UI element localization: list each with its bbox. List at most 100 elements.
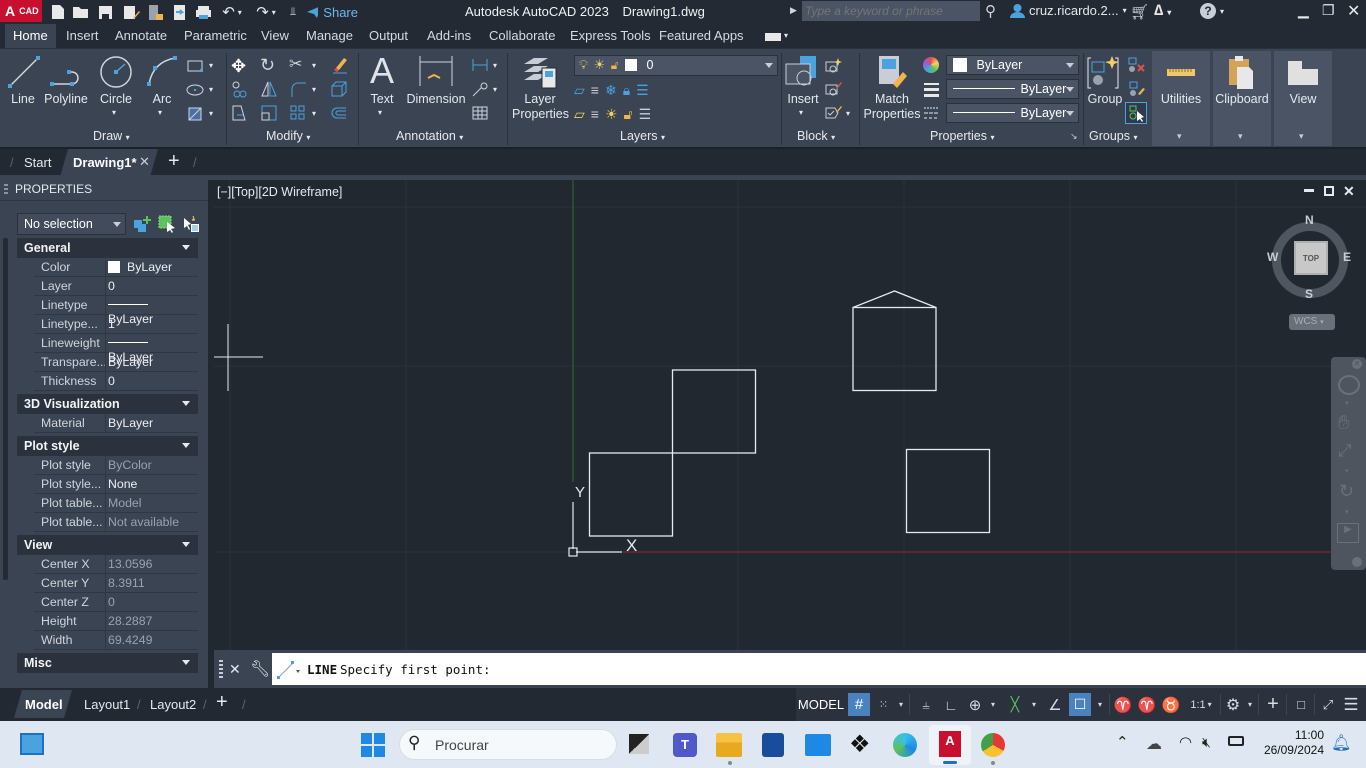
chevron-down-icon[interactable]: ▾ xyxy=(312,85,316,94)
notification-bell-icon[interactable]: 🔔︎ xyxy=(1331,733,1351,753)
user-account[interactable]: cruz.ricardo.2... ▾ xyxy=(1010,3,1127,18)
layer-match-icon[interactable]: ≡ xyxy=(591,82,599,99)
property-row-color[interactable]: Color ByLayer xyxy=(34,258,198,277)
customize-quick-access-icon[interactable]: ⫫ xyxy=(287,3,299,21)
compass-south[interactable]: S xyxy=(1305,287,1313,301)
square-right[interactable] xyxy=(905,448,991,534)
show-hidden-icons[interactable]: ⌃ xyxy=(1116,733,1129,751)
showmotion-icon[interactable]: ▶ xyxy=(1337,523,1359,543)
utilities-panel-button[interactable]: Utilities ▾ xyxy=(1152,51,1210,146)
tab-manage[interactable]: Manage xyxy=(306,28,353,43)
selection-dropdown[interactable]: No selection xyxy=(17,213,126,235)
section-view[interactable]: View xyxy=(17,535,198,555)
restore-button[interactable]: ❐ xyxy=(1322,2,1335,19)
tab-insert[interactable]: Insert xyxy=(66,28,99,43)
search-expand-icon[interactable]: ▶ xyxy=(790,5,797,16)
autocad-taskbar-button[interactable]: A xyxy=(929,725,971,765)
help-search-input[interactable] xyxy=(802,1,980,21)
annotation-monitor-icon[interactable]: + xyxy=(1263,693,1283,716)
polyline-button[interactable]: Polyline xyxy=(44,54,88,110)
viewport-minimize-icon[interactable] xyxy=(1304,189,1314,192)
chevron-down-icon[interactable]: ▾ xyxy=(1345,399,1349,407)
viewport-controls[interactable]: [−][Top][2D Wireframe] xyxy=(217,185,342,199)
compass-west[interactable]: W xyxy=(1267,250,1278,264)
command-input[interactable]: LINE Specify first point: xyxy=(272,653,1366,685)
palette-grip-icon[interactable] xyxy=(4,184,8,196)
insert-block-button[interactable]: Insert ▾ xyxy=(784,54,822,122)
property-row-center-x[interactable]: Center X 13.0596 xyxy=(34,555,198,574)
layer-thaw-icon[interactable]: ☀ xyxy=(605,106,618,123)
zoom-extents-icon[interactable]: ⤢ xyxy=(1338,441,1352,461)
quick-select-icon[interactable] xyxy=(182,215,200,233)
minimize-button[interactable]: ▁ xyxy=(1298,2,1309,19)
chevron-down-icon[interactable]: ▾ xyxy=(1095,693,1105,716)
property-row-plot-table-attached[interactable]: Plot table... Model xyxy=(34,494,198,513)
clipboard-panel-button[interactable]: Clipboard ▾ xyxy=(1213,51,1271,146)
modify-panel-title[interactable]: Modify ▾ xyxy=(266,129,310,143)
chevron-down-icon[interactable]: ▾ xyxy=(846,109,850,118)
trim-icon[interactable]: ✂ xyxy=(289,56,307,74)
lineweight-dropdown[interactable]: ByLayer xyxy=(946,79,1079,99)
square-bottom-left[interactable] xyxy=(588,452,674,537)
table-icon[interactable] xyxy=(471,104,489,122)
leader-icon[interactable] xyxy=(471,80,489,98)
teams-icon[interactable]: T xyxy=(673,733,697,757)
autodesk-app-icon[interactable]: ∆ ▾ xyxy=(1154,2,1171,19)
widgets-icon[interactable] xyxy=(20,733,44,755)
section-plot-style[interactable]: Plot style xyxy=(17,436,198,456)
new-layout-button[interactable]: + xyxy=(216,691,228,714)
onedrive-sync-icon[interactable]: ☁ xyxy=(1146,734,1162,754)
annotation-scale-icon[interactable]: ♉ xyxy=(1161,693,1181,716)
viewport-restore-icon[interactable] xyxy=(1324,186,1334,196)
task-view-icon[interactable] xyxy=(629,734,649,754)
line-button[interactable]: Line xyxy=(6,54,40,110)
taskbar-search-box[interactable]: ⚲ Procurar xyxy=(399,729,617,760)
text-button[interactable]: A Text ▾ xyxy=(367,52,397,120)
open-from-web-icon[interactable] xyxy=(147,3,163,21)
layer-on-icon[interactable]: ▱ xyxy=(574,106,585,123)
block-attributes-icon[interactable] xyxy=(824,104,842,122)
group-edit-icon[interactable] xyxy=(1127,80,1145,98)
search-icon[interactable]: ⚲ xyxy=(985,2,996,20)
copy-icon[interactable] xyxy=(231,80,249,98)
chevron-down-icon[interactable]: ▾ xyxy=(1345,467,1349,475)
app-logo[interactable]: A CAD xyxy=(0,0,42,22)
polar-tracking-icon[interactable]: ⊕ xyxy=(965,693,985,716)
redo-icon[interactable]: ↷ ▾ xyxy=(252,3,280,21)
tab-parametric[interactable]: Parametric xyxy=(184,28,247,43)
command-grip-icon[interactable] xyxy=(219,660,223,678)
section-general[interactable]: General xyxy=(17,238,198,258)
nav-bar-options-icon[interactable] xyxy=(1352,557,1362,567)
tab-add-ins[interactable]: Add-ins xyxy=(427,28,471,43)
recent-commands-icon[interactable] xyxy=(275,654,305,684)
annotation-visibility-icon[interactable]: ♈ xyxy=(1113,693,1133,716)
save-as-icon[interactable] xyxy=(122,3,140,21)
ribbon-minimize-toggle[interactable] xyxy=(765,33,781,41)
pan-icon[interactable]: ✋︎ xyxy=(1338,412,1349,435)
edit-block-icon[interactable] xyxy=(824,80,842,98)
toggle-pickadd-icon[interactable] xyxy=(133,215,151,233)
property-row-layer[interactable]: Layer 0 xyxy=(34,277,198,296)
group-button[interactable]: Group xyxy=(1086,54,1124,110)
match-properties-button[interactable]: Match Properties xyxy=(863,54,921,124)
object-snap-tracking-icon[interactable]: ∠ xyxy=(1044,693,1066,716)
palette-scrollbar[interactable] xyxy=(3,238,8,580)
property-row-transparency[interactable]: Transpare... ByLayer xyxy=(34,353,198,372)
nav-bar-close-icon[interactable]: ✕ xyxy=(1352,359,1362,369)
section-misc[interactable]: Misc xyxy=(17,653,198,673)
file-explorer-icon[interactable] xyxy=(716,733,742,757)
compass-east[interactable]: E xyxy=(1343,250,1351,264)
layer-isolate-icon[interactable]: ☰ xyxy=(636,82,649,99)
new-tab-button[interactable]: + xyxy=(168,150,180,173)
model-space-button[interactable]: MODEL xyxy=(798,693,844,716)
clean-screen-icon[interactable]: ⤢ xyxy=(1318,693,1338,716)
new-icon[interactable] xyxy=(50,3,66,21)
layer-dropdown[interactable]: 💡︎ ☀ 🔓︎ 0 xyxy=(574,55,778,76)
layer-off-icon[interactable]: ▱ xyxy=(574,82,585,99)
property-row-plot-table-type[interactable]: Plot table... Not available xyxy=(34,513,198,532)
array-icon[interactable] xyxy=(289,104,307,122)
grid-toggle-icon[interactable]: # xyxy=(848,693,870,716)
microsoft-store-icon[interactable] xyxy=(762,733,784,757)
cart-icon[interactable]: 🛒︎ xyxy=(1130,3,1149,21)
ungroup-icon[interactable] xyxy=(1127,56,1145,74)
